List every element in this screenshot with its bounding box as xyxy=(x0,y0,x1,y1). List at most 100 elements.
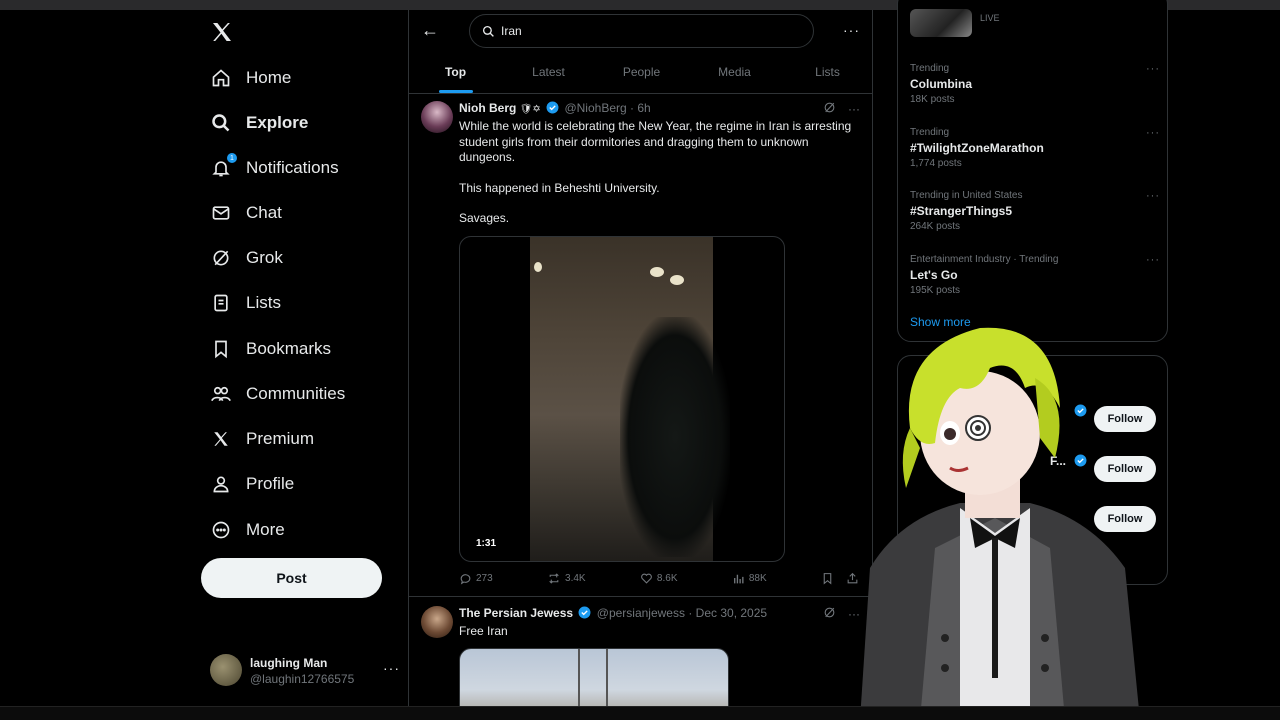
account-handle: @laughin12766575 xyxy=(250,672,355,686)
tweet-video[interactable]: 1:31 xyxy=(459,236,785,562)
nav-home[interactable]: Home xyxy=(210,62,291,94)
nav-grok[interactable]: Grok xyxy=(210,242,283,274)
trends-card: LIVE Trending Columbina 18K posts ··· Tr… xyxy=(897,0,1168,342)
tweet-avatar[interactable] xyxy=(421,606,453,638)
search-icon xyxy=(482,25,495,38)
tweet-top-actions: ··· xyxy=(823,101,860,117)
reply-icon xyxy=(460,574,471,585)
browser-bottom-strip xyxy=(0,706,1280,720)
account-switcher[interactable]: laughing Man @laughin12766575 ··· xyxy=(210,654,400,688)
trend-item[interactable]: Entertainment Industry · Trending Let's … xyxy=(910,254,1160,296)
nav-more[interactable]: More xyxy=(210,514,285,546)
search-more-icon[interactable]: ··· xyxy=(843,22,860,38)
home-icon xyxy=(210,67,232,89)
trend-more-icon[interactable]: ··· xyxy=(1146,254,1160,266)
list-icon xyxy=(210,292,232,314)
nav-notifications-label: Notifications xyxy=(246,158,339,177)
verified-icon xyxy=(578,606,591,622)
tab-lists[interactable]: Lists xyxy=(781,56,872,93)
trend-count: 195K posts xyxy=(910,285,961,296)
trend-context: Trending xyxy=(910,127,950,138)
tweet[interactable]: Nioh Berg 🛡✡ @NiohBerg · 6h ··· While th… xyxy=(409,95,872,597)
separator: · xyxy=(688,606,693,620)
search-tabs: Top Latest People Media Lists xyxy=(409,56,872,94)
nav-profile-label: Profile xyxy=(246,474,295,493)
tweet-avatar[interactable] xyxy=(421,101,453,133)
notification-badge: 1 xyxy=(227,153,237,163)
tweet-header: Nioh Berg 🛡✡ @NiohBerg · 6h xyxy=(459,101,651,117)
verified-icon xyxy=(546,101,559,117)
tweet-author-handle[interactable]: @NiohBerg xyxy=(564,101,626,115)
mail-icon xyxy=(210,202,232,224)
nav-premium[interactable]: Premium xyxy=(210,423,314,455)
tweet-author-handle[interactable]: @persianjewess xyxy=(597,606,685,620)
grok-icon[interactable] xyxy=(823,606,836,622)
post-button[interactable]: Post xyxy=(201,558,382,598)
more-circle-icon xyxy=(210,519,232,541)
tweet-time[interactable]: 6h xyxy=(637,101,650,115)
tab-people[interactable]: People xyxy=(595,56,688,93)
nav-profile[interactable]: Profile xyxy=(210,468,294,500)
video-duration: 1:31 xyxy=(472,536,501,551)
nav-chat[interactable]: Chat xyxy=(210,197,282,229)
x-logo-icon xyxy=(210,428,232,450)
tweet-text-line: While the world is celebrating the New Y… xyxy=(459,119,852,164)
tab-media[interactable]: Media xyxy=(688,56,781,93)
person-icon xyxy=(210,473,232,495)
account-more-icon[interactable]: ··· xyxy=(383,660,400,676)
video-frame xyxy=(530,237,730,561)
views-button[interactable]: 88K xyxy=(732,572,767,585)
tweet-author-name[interactable]: Nioh Berg xyxy=(459,101,516,115)
back-arrow-icon[interactable]: ← xyxy=(421,20,439,41)
tweet-more-icon[interactable]: ··· xyxy=(848,102,860,116)
repost-button[interactable]: 3.4K xyxy=(547,572,586,585)
heart-icon xyxy=(641,573,652,584)
trend-name: Let's Go xyxy=(910,268,958,282)
nav-lists[interactable]: Lists xyxy=(210,287,281,319)
tweet-image[interactable] xyxy=(459,648,729,706)
nav-more-label: More xyxy=(246,520,285,539)
trend-item[interactable]: Trending Columbina 18K posts ··· xyxy=(910,63,1160,105)
tweet[interactable]: The Persian Jewess @persianjewess · Dec … xyxy=(409,598,872,706)
live-thumbnail[interactable] xyxy=(910,9,972,37)
nav-chat-label: Chat xyxy=(246,203,282,222)
tab-latest[interactable]: Latest xyxy=(502,56,595,93)
bell-icon: 1 xyxy=(210,153,237,179)
tab-top[interactable]: Top xyxy=(409,56,502,93)
trend-count: 1,774 posts xyxy=(910,158,962,169)
trend-more-icon[interactable]: ··· xyxy=(1146,63,1160,75)
search-input[interactable] xyxy=(501,24,781,38)
reply-button[interactable]: 273 xyxy=(459,572,493,585)
trend-context: Trending in United States xyxy=(910,190,1023,201)
tweet-actions: 273 3.4K 8.6K 88K xyxy=(459,572,859,585)
trend-item[interactable]: Trending in United States #StrangerThing… xyxy=(910,190,1160,232)
account-name: laughing Man xyxy=(250,656,328,670)
tweet-text: Free Iran xyxy=(459,624,508,638)
communities-icon xyxy=(210,383,232,405)
grok-icon[interactable] xyxy=(823,101,836,117)
trend-context: Trending xyxy=(910,63,950,74)
reply-count: 273 xyxy=(476,573,493,584)
search-icon xyxy=(210,112,232,134)
nav-communities[interactable]: Communities xyxy=(210,378,345,410)
trend-more-icon[interactable]: ··· xyxy=(1146,127,1160,139)
grok-icon xyxy=(210,247,232,269)
x-logo-icon[interactable] xyxy=(210,20,234,44)
like-count: 8.6K xyxy=(656,573,678,584)
tweet-time[interactable]: Dec 30, 2025 xyxy=(696,606,767,620)
vtuber-avatar-overlay xyxy=(840,318,1150,720)
search-box[interactable] xyxy=(469,14,814,48)
nav-bookmarks[interactable]: Bookmarks xyxy=(210,333,331,365)
author-badges: 🛡✡ xyxy=(519,104,541,115)
trend-item[interactable]: Trending #TwilightZoneMarathon 1,774 pos… xyxy=(910,127,1160,169)
trend-name: Columbina xyxy=(910,77,972,91)
main-column: ← ··· Top Latest People Media Lists Nioh… xyxy=(408,10,873,706)
nav-grok-label: Grok xyxy=(246,248,283,267)
trend-context: Entertainment Industry · Trending xyxy=(910,254,1059,265)
nav-notifications[interactable]: 1 Notifications xyxy=(210,152,339,184)
tweet-text: While the world is celebrating the New Y… xyxy=(459,119,859,242)
nav-explore[interactable]: Explore xyxy=(210,107,308,139)
trend-more-icon[interactable]: ··· xyxy=(1146,190,1160,202)
tweet-author-name[interactable]: The Persian Jewess xyxy=(459,606,573,620)
like-button[interactable]: 8.6K xyxy=(640,572,678,585)
